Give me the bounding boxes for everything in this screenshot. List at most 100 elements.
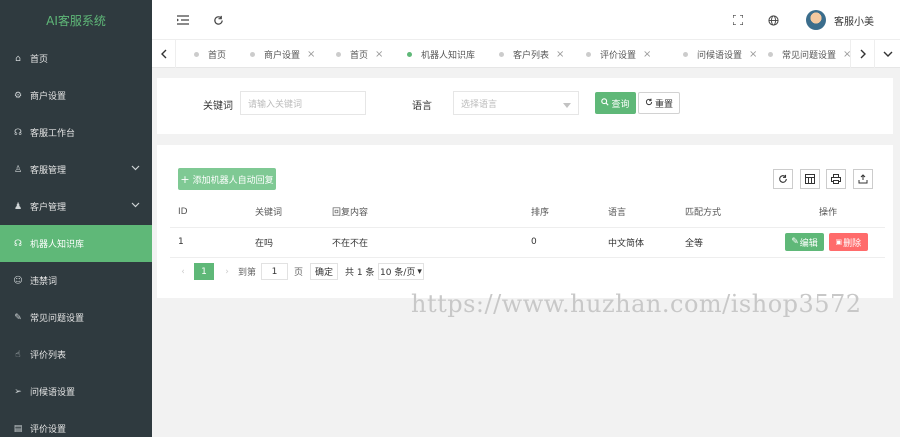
menu-toggle-icon[interactable] <box>174 11 192 29</box>
keyword-label: 关键词 <box>203 101 233 112</box>
robot-icon: ☊ <box>14 238 22 249</box>
column-header-sort: 排序 <box>523 197 600 228</box>
sidebar-item-greeting-settings[interactable]: ➢ 问候语设置 <box>0 373 152 410</box>
headset-icon: ☊ <box>14 127 22 138</box>
tab-dot-icon <box>194 51 199 57</box>
fullscreen-icon[interactable] <box>729 11 747 29</box>
tab-dot-icon <box>768 51 773 57</box>
app-title: AI客服系统 <box>46 13 106 28</box>
search-icon <box>601 97 610 109</box>
keyword-input[interactable]: 请输入关键词 <box>240 91 366 115</box>
close-icon[interactable]: × <box>556 49 564 60</box>
plus-icon: + <box>180 172 190 186</box>
tab-label: 评价设置 <box>600 50 637 61</box>
sidebar-item-agent-management[interactable]: ♙ 客服管理 <box>0 151 152 188</box>
tab-dot-icon <box>407 51 412 57</box>
sidebar-item-label: 问候语设置 <box>30 388 76 398</box>
sidebar-item-label: 评价设置 <box>30 425 67 435</box>
columns-icon[interactable] <box>800 169 820 189</box>
add-button-label: 添加机器人自动回复 <box>192 175 274 186</box>
edit-button[interactable]: ✎ 编辑 <box>785 233 824 251</box>
goto-confirm-button[interactable]: 确定 <box>310 263 338 280</box>
sidebar-item-home[interactable]: ⌂ 首页 <box>0 40 152 77</box>
tab-merchant-settings[interactable]: 商户设置 × <box>250 40 315 68</box>
cell-keyword: 在吗 <box>247 227 324 258</box>
globe-icon[interactable] <box>764 11 782 29</box>
watermark: https://www.huzhan.com/ishop3572 <box>411 290 862 318</box>
trash-icon: ▣ <box>835 238 843 246</box>
cell-id: 1 <box>170 227 247 258</box>
sidebar-item-robot-kb[interactable]: ☊ 机器人知识库 <box>0 225 152 262</box>
print-icon[interactable] <box>826 169 846 189</box>
tab-label: 客户列表 <box>513 50 550 61</box>
tab-dot-icon <box>683 51 688 57</box>
refresh-icon[interactable] <box>773 169 793 189</box>
username[interactable]: 客服小美 <box>834 13 874 28</box>
chevron-down-icon <box>131 164 140 174</box>
tab-faq-settings[interactable]: 常见问题设置 × <box>768 40 851 68</box>
column-header-keyword: 关键词 <box>247 197 324 228</box>
sidebar-item-merchant-settings[interactable]: ⚙ 商户设置 <box>0 77 152 114</box>
total-count: 共 1 条 <box>345 268 375 278</box>
refresh-icon <box>645 98 653 109</box>
cell-match: 全等 <box>677 227 771 258</box>
tab-dropdown-icon[interactable] <box>874 40 900 68</box>
prev-page-icon[interactable]: ‹ <box>178 263 188 280</box>
close-icon[interactable]: × <box>307 49 315 60</box>
tab-scroll-left-icon[interactable] <box>152 40 176 68</box>
delete-button[interactable]: ▣ 删除 <box>828 233 868 251</box>
cell-sort: 0 <box>523 227 600 258</box>
ban-icon: ☺ <box>13 275 23 286</box>
search-button[interactable]: 查询 <box>595 92 636 114</box>
sidebar-item-faq-settings[interactable]: ✎ 常见问题设置 <box>0 299 152 336</box>
avatar[interactable] <box>806 10 826 30</box>
sidebar-item-banned-words[interactable]: ☺ 违禁词 <box>0 262 152 299</box>
send-icon: ➢ <box>14 386 22 397</box>
sidebar-item-label: 常见问题设置 <box>30 314 85 324</box>
cell-reply: 不在不在 <box>324 227 523 258</box>
close-icon[interactable]: × <box>749 49 757 60</box>
next-page-icon[interactable]: › <box>222 263 232 280</box>
refresh-icon[interactable] <box>209 11 227 29</box>
tab-customer-list[interactable]: 客户列表 × <box>499 40 564 68</box>
user-group-icon: ♟ <box>13 201 23 212</box>
tab-review-settings[interactable]: 评价设置 × <box>586 40 651 68</box>
chevron-down-icon <box>131 201 140 211</box>
close-icon[interactable]: × <box>375 49 383 60</box>
sidebar-item-review-list[interactable]: ☝ 评价列表 <box>0 336 152 373</box>
caret-down-icon <box>563 101 571 111</box>
sidebar-item-workbench[interactable]: ☊ 客服工作台 <box>0 114 152 151</box>
tab-dot-icon <box>499 51 504 57</box>
cell-language: 中文简体 <box>600 227 677 258</box>
sidebar-item-customer-management[interactable]: ♟ 客户管理 <box>0 188 152 225</box>
page-size-select[interactable]: 10 条/页 ▾ <box>378 263 424 280</box>
tab-robot-kb[interactable]: 机器人知识库 <box>407 40 475 68</box>
column-header-match: 匹配方式 <box>677 197 771 228</box>
page-size-label: 10 条/页 <box>380 268 416 278</box>
column-header-reply: 回复内容 <box>324 197 523 228</box>
goto-page-input[interactable]: 1 <box>261 263 288 280</box>
keyword-placeholder: 请输入关键词 <box>248 99 303 110</box>
tab-home-2[interactable]: 首页 × <box>336 40 383 68</box>
sidebar-item-review-settings[interactable]: ▤ 评价设置 <box>0 410 152 437</box>
tab-scroll-right-icon[interactable] <box>850 40 874 68</box>
tab-greeting-settings[interactable]: 问候语设置 × <box>683 40 757 68</box>
tab-home[interactable]: 首页 <box>194 40 226 68</box>
top-header: 客服小美 <box>152 0 900 40</box>
sidebar-item-label: 商户设置 <box>30 92 67 102</box>
reset-button[interactable]: 重置 <box>638 92 680 114</box>
add-robot-reply-button[interactable]: + 添加机器人自动回复 <box>178 168 276 190</box>
language-select[interactable]: 选择语言 <box>453 91 579 115</box>
sidebar-item-label: 机器人知识库 <box>30 240 85 250</box>
goto-suffix: 页 <box>294 268 304 278</box>
tab-label: 机器人知识库 <box>421 50 476 61</box>
sidebar-item-label: 客户管理 <box>30 203 67 213</box>
page-number-current[interactable]: 1 <box>194 263 214 280</box>
search-button-label: 查询 <box>611 99 630 110</box>
delete-button-label: 删除 <box>843 238 862 249</box>
export-icon[interactable] <box>853 169 873 189</box>
close-icon[interactable]: × <box>643 49 651 60</box>
tab-label: 常见问题设置 <box>782 50 837 61</box>
home-icon: ⌂ <box>15 53 21 64</box>
tab-label: 首页 <box>350 50 369 61</box>
